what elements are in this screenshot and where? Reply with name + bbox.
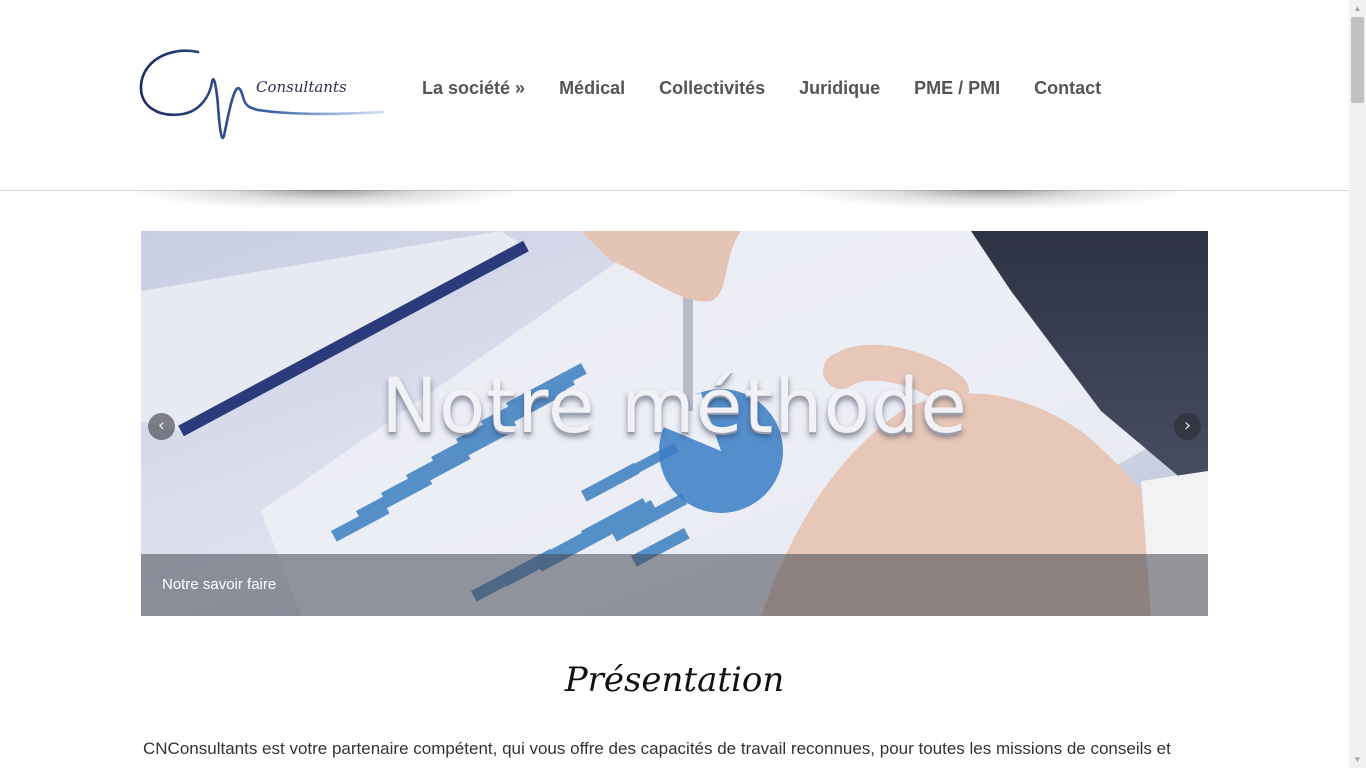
site-header: Consultants La société » Médical Collect…: [0, 0, 1349, 191]
site-logo[interactable]: Consultants: [138, 44, 388, 144]
section-title: Présentation: [564, 660, 785, 700]
intro-paragraph: CNConsultants est votre partenaire compé…: [143, 739, 1171, 758]
chevron-right-icon: ›: [1183, 415, 1192, 436]
vertical-scrollbar[interactable]: ▲ ▼: [1349, 0, 1366, 768]
nav-item-contact[interactable]: Contact: [1017, 76, 1118, 103]
nav-item-juridique[interactable]: Juridique: [782, 76, 897, 103]
main-nav: La société » Médical Collectivités Jurid…: [405, 76, 1118, 103]
logo-text: Consultants: [256, 78, 347, 96]
scroll-up-arrow-icon[interactable]: ▲: [1349, 0, 1366, 17]
slider-next-button[interactable]: ›: [1174, 413, 1201, 440]
header-shadow-right: [790, 190, 1190, 210]
slide-headline: Notre méthode: [381, 361, 968, 450]
scroll-down-arrow-icon[interactable]: ▼: [1349, 751, 1366, 768]
nav-item-pme-pmi[interactable]: PME / PMI: [897, 76, 1017, 103]
nav-item-medical[interactable]: Médical: [542, 76, 642, 103]
header-shadow-left: [125, 190, 525, 210]
scroll-thumb[interactable]: [1351, 17, 1364, 103]
nav-item-la-societe[interactable]: La société »: [405, 76, 542, 103]
nav-item-collectivites[interactable]: Collectivités: [642, 76, 782, 103]
image-slider[interactable]: Notre méthode ‹ › Notre savoir faire: [141, 231, 1208, 616]
chevron-left-icon: ‹: [157, 415, 166, 436]
slide-caption: Notre savoir faire: [162, 576, 277, 593]
slide-caption-bar: Notre savoir faire: [141, 554, 1208, 616]
slider-prev-button[interactable]: ‹: [148, 413, 175, 440]
